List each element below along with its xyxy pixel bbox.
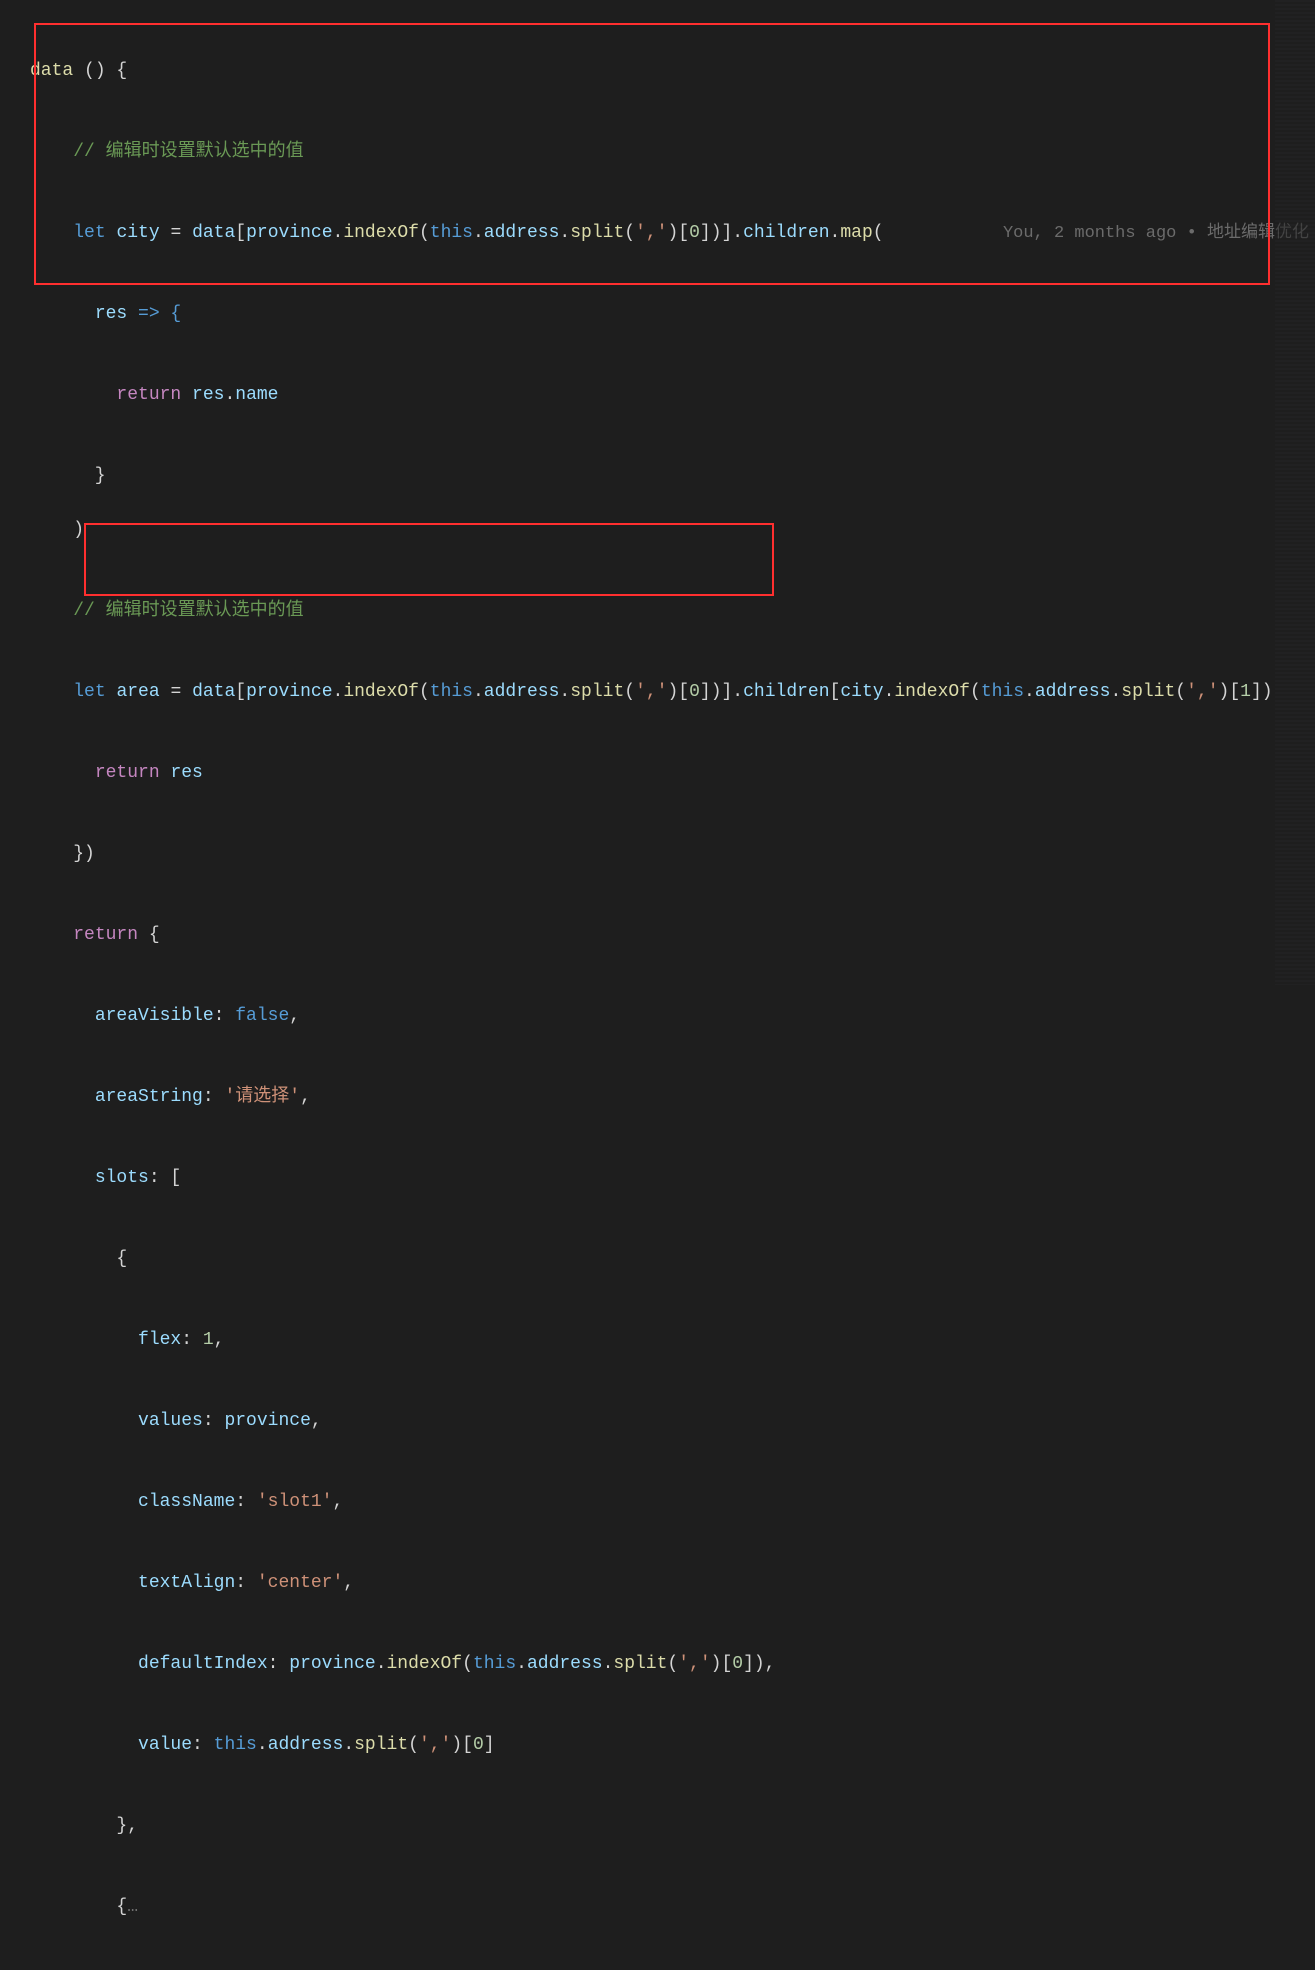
code-line[interactable]: slots: [ xyxy=(30,1165,1315,1192)
code-line[interactable]: value: this.address.split(',')[0] xyxy=(30,1732,1315,1759)
code-line[interactable]: // 编辑时设置默认选中的值 xyxy=(30,139,1315,166)
code-line[interactable]: className: 'slot1', xyxy=(30,1489,1315,1516)
fn-data: data xyxy=(30,61,73,81)
minimap[interactable] xyxy=(1275,0,1315,985)
comment: // 编辑时设置默认选中的值 xyxy=(30,142,304,162)
code-line[interactable]: data () { xyxy=(30,58,1315,85)
code-line[interactable]: // 编辑时设置默认选中的值 xyxy=(30,598,1315,625)
comment: // 编辑时设置默认选中的值 xyxy=(30,601,304,621)
code-line[interactable]: return res.name xyxy=(30,382,1315,409)
keyword-let: let xyxy=(73,223,105,243)
code-line[interactable]: return { xyxy=(30,922,1315,949)
code-line[interactable]: ) xyxy=(30,517,1315,544)
folded-icon[interactable]: … xyxy=(127,1897,138,1917)
code-line[interactable]: flex: 1, xyxy=(30,1327,1315,1354)
code-line[interactable]: {… xyxy=(30,1894,1315,1921)
code-line[interactable]: return res xyxy=(30,760,1315,787)
code-line[interactable]: } xyxy=(30,463,1315,490)
code-line[interactable]: defaultIndex: province.indexOf(this.addr… xyxy=(30,1651,1315,1678)
code-line[interactable]: }) xyxy=(30,841,1315,868)
code-line[interactable]: values: province, xyxy=(30,1408,1315,1435)
code-line[interactable]: textAlign: 'center', xyxy=(30,1570,1315,1597)
code-line[interactable]: res => { xyxy=(30,301,1315,328)
code-line[interactable]: let city = data[province.indexOf(this.ad… xyxy=(30,220,1315,247)
code-line[interactable]: areaString: '请选择', xyxy=(30,1084,1315,1111)
code-line[interactable]: areaVisible: false, xyxy=(30,1003,1315,1030)
code-line[interactable]: { xyxy=(30,1246,1315,1273)
code-editor[interactable]: data () { // 编辑时设置默认选中的值 let city = data… xyxy=(0,0,1315,1970)
code-line[interactable]: let area = data[province.indexOf(this.ad… xyxy=(30,679,1315,706)
code-line[interactable]: }, xyxy=(30,1813,1315,1840)
git-lens-annotation: You, 2 months ago • 地址编辑优化 xyxy=(1003,220,1309,247)
